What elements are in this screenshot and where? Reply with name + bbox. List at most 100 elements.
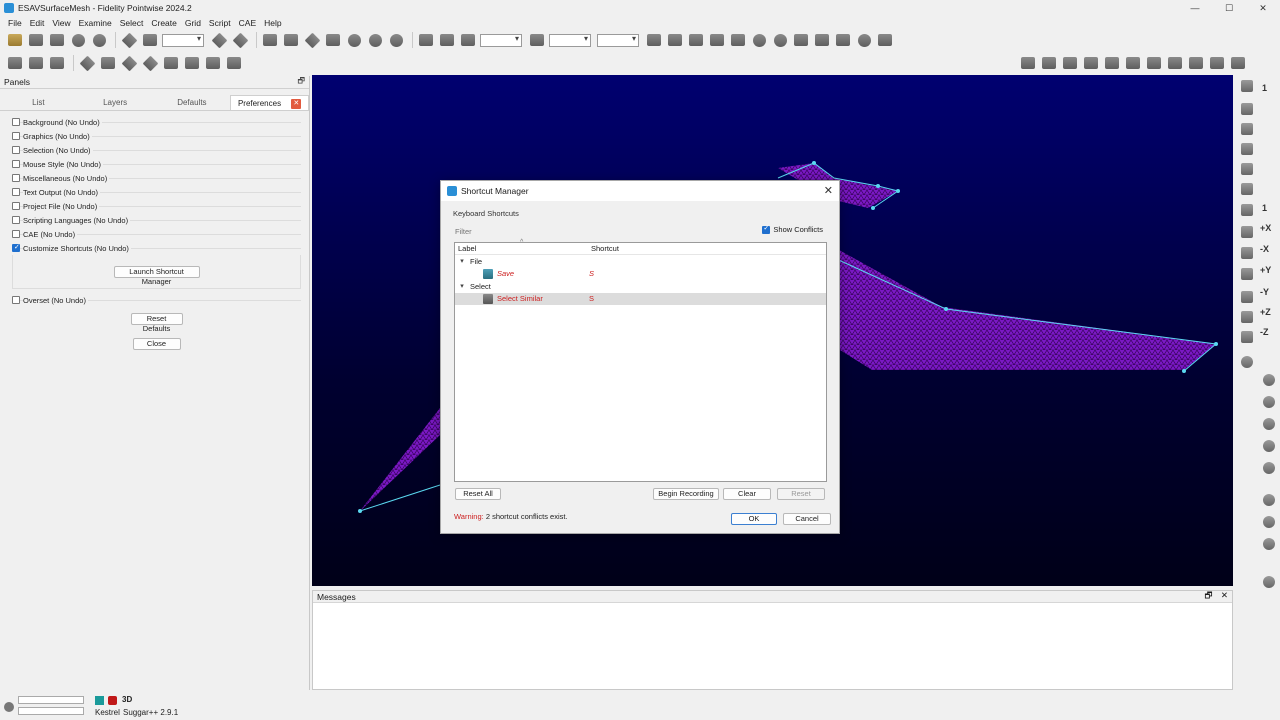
tree-category-file[interactable]: ▾ File	[455, 255, 826, 268]
view-rotate-icon[interactable]	[1240, 355, 1254, 369]
domain-2-icon[interactable]	[141, 54, 159, 72]
pref-miscellaneous[interactable]: Miscellaneous (No Undo)	[12, 171, 301, 185]
dimension-dropdown[interactable]	[480, 33, 522, 47]
shortcut-tree[interactable]: ^ Label Shortcut ▾ File Save S ▾ Select …	[454, 239, 827, 482]
menu-grid[interactable]: Grid	[181, 18, 205, 28]
pref-project-file[interactable]: Project File (No Undo)	[12, 199, 301, 213]
point-icon[interactable]	[48, 54, 66, 72]
view-plus-y[interactable]: +Y	[1260, 265, 1271, 275]
erase-icon[interactable]	[261, 31, 279, 49]
node-icon[interactable]	[687, 31, 705, 49]
save-icon[interactable]	[27, 31, 45, 49]
menu-examine[interactable]: Examine	[75, 18, 116, 28]
visibility-9-icon[interactable]	[1262, 575, 1276, 589]
tab-list[interactable]: List	[0, 95, 77, 110]
menu-edit[interactable]: Edit	[26, 18, 49, 28]
globe-icon[interactable]	[366, 31, 384, 49]
measure-icon[interactable]	[792, 31, 810, 49]
view-diamond-icon[interactable]	[1240, 246, 1254, 260]
extrude-icon[interactable]	[162, 54, 180, 72]
undo-icon[interactable]	[69, 31, 87, 49]
close-icon[interactable]: ✕	[1221, 590, 1228, 600]
view-minus-y[interactable]: -Y	[1260, 287, 1269, 297]
menu-help[interactable]: Help	[260, 18, 285, 28]
chevron-down-icon[interactable]: ▾	[456, 282, 468, 290]
menu-script[interactable]: Script	[205, 18, 235, 28]
view-plus-icon[interactable]	[1240, 162, 1254, 176]
tab-defaults[interactable]: Defaults	[153, 95, 231, 110]
undock-icon[interactable]: 🗗	[297, 75, 305, 89]
view-tree-icon[interactable]	[1240, 225, 1254, 239]
close-panel-button[interactable]: Close	[132, 338, 181, 350]
camera-icon[interactable]	[387, 31, 405, 49]
show-conflicts-checkbox[interactable]: Show Conflicts	[762, 224, 823, 234]
mode-3d[interactable]: 3D	[122, 695, 132, 704]
view-minus-x[interactable]: -X	[1260, 244, 1269, 254]
view-cylinder-icon[interactable]	[1240, 267, 1254, 281]
curve-icon[interactable]	[324, 31, 342, 49]
visibility-6-icon[interactable]	[1262, 493, 1276, 507]
grid-icon[interactable]	[417, 31, 435, 49]
view-minus-z[interactable]: -Z	[1260, 327, 1269, 337]
d-icon[interactable]	[750, 31, 768, 49]
grid-2-icon[interactable]	[438, 31, 456, 49]
pref-customize-shortcuts[interactable]: Customize Shortcuts (No Undo)	[12, 241, 301, 255]
checkbox-checked-icon[interactable]	[762, 224, 771, 234]
view-frame-2-icon[interactable]	[1240, 310, 1254, 324]
save-as-icon[interactable]	[48, 31, 66, 49]
tree-category-select[interactable]: ▾ Select	[455, 280, 826, 293]
view-fit-icon[interactable]	[1240, 102, 1254, 116]
tab-preferences[interactable]: Preferences ✕	[230, 95, 309, 110]
open-icon[interactable]	[6, 31, 24, 49]
pref-checkbox[interactable]	[12, 188, 20, 196]
selection-dropdown[interactable]	[162, 33, 204, 47]
pref-checkbox[interactable]	[12, 146, 20, 154]
pref-checkbox[interactable]	[12, 118, 20, 126]
box-icon[interactable]	[282, 31, 300, 49]
pref-checkbox[interactable]	[12, 174, 20, 182]
surface-view-icon[interactable]	[1103, 54, 1121, 72]
select-filter-icon[interactable]	[141, 31, 159, 49]
ok-button[interactable]: OK	[731, 513, 777, 525]
pref-checkbox-checked[interactable]	[12, 243, 20, 252]
wireframe-icon[interactable]	[1061, 54, 1079, 72]
pref-mouse-style[interactable]: Mouse Style (No Undo)	[12, 157, 301, 171]
spacing-dropdown[interactable]	[549, 33, 591, 47]
menu-cae[interactable]: CAE	[235, 18, 260, 28]
filter-input[interactable]	[455, 225, 655, 237]
menu-create[interactable]: Create	[147, 18, 181, 28]
visibility-5-icon[interactable]	[1262, 461, 1276, 475]
pref-scripting-languages[interactable]: Scripting Languages (No Undo)	[12, 213, 301, 227]
view-label[interactable]: 1	[1262, 203, 1267, 213]
shield-icon[interactable]	[1019, 54, 1037, 72]
arc-icon[interactable]	[27, 54, 45, 72]
solve-icon[interactable]	[645, 31, 663, 49]
view-reset-icon[interactable]	[1240, 79, 1254, 93]
pref-graphics[interactable]: Graphics (No Undo)	[12, 129, 301, 143]
curve-view-icon[interactable]	[1166, 54, 1184, 72]
view-plus-z[interactable]: +Z	[1260, 307, 1271, 317]
angle-dropdown[interactable]	[597, 33, 639, 47]
sphere-icon[interactable]	[345, 31, 363, 49]
cancel-button[interactable]: Cancel	[783, 513, 831, 525]
pref-checkbox[interactable]	[12, 216, 20, 224]
launch-shortcut-manager-button[interactable]: Launch Shortcut Manager	[113, 265, 200, 286]
menu-select[interactable]: Select	[116, 18, 148, 28]
maximize-button[interactable]: ☐	[1212, 0, 1246, 16]
solid-icon[interactable]	[303, 31, 321, 49]
tab-layers[interactable]: Layers	[76, 95, 154, 110]
entity-icon[interactable]	[210, 31, 228, 49]
close-tab-icon[interactable]: ✕	[291, 98, 302, 109]
pref-selection[interactable]: Selection (No Undo)	[12, 143, 301, 157]
tree-item-select-similar[interactable]: Select Similar S	[455, 292, 826, 305]
undock-icon[interactable]: 🗗	[1205, 590, 1213, 600]
view-nodes-icon[interactable]	[1240, 203, 1254, 217]
mesh-view-icon[interactable]	[1124, 54, 1142, 72]
reset-button[interactable]: Reset	[777, 488, 825, 500]
chevron-down-icon[interactable]: ▾	[456, 257, 468, 265]
layer-icon[interactable]	[729, 31, 747, 49]
menu-file[interactable]: File	[4, 18, 26, 28]
hidden-view-icon[interactable]	[1208, 54, 1226, 72]
visibility-2-icon[interactable]	[1262, 395, 1276, 409]
minimize-button[interactable]: —	[1178, 0, 1212, 16]
